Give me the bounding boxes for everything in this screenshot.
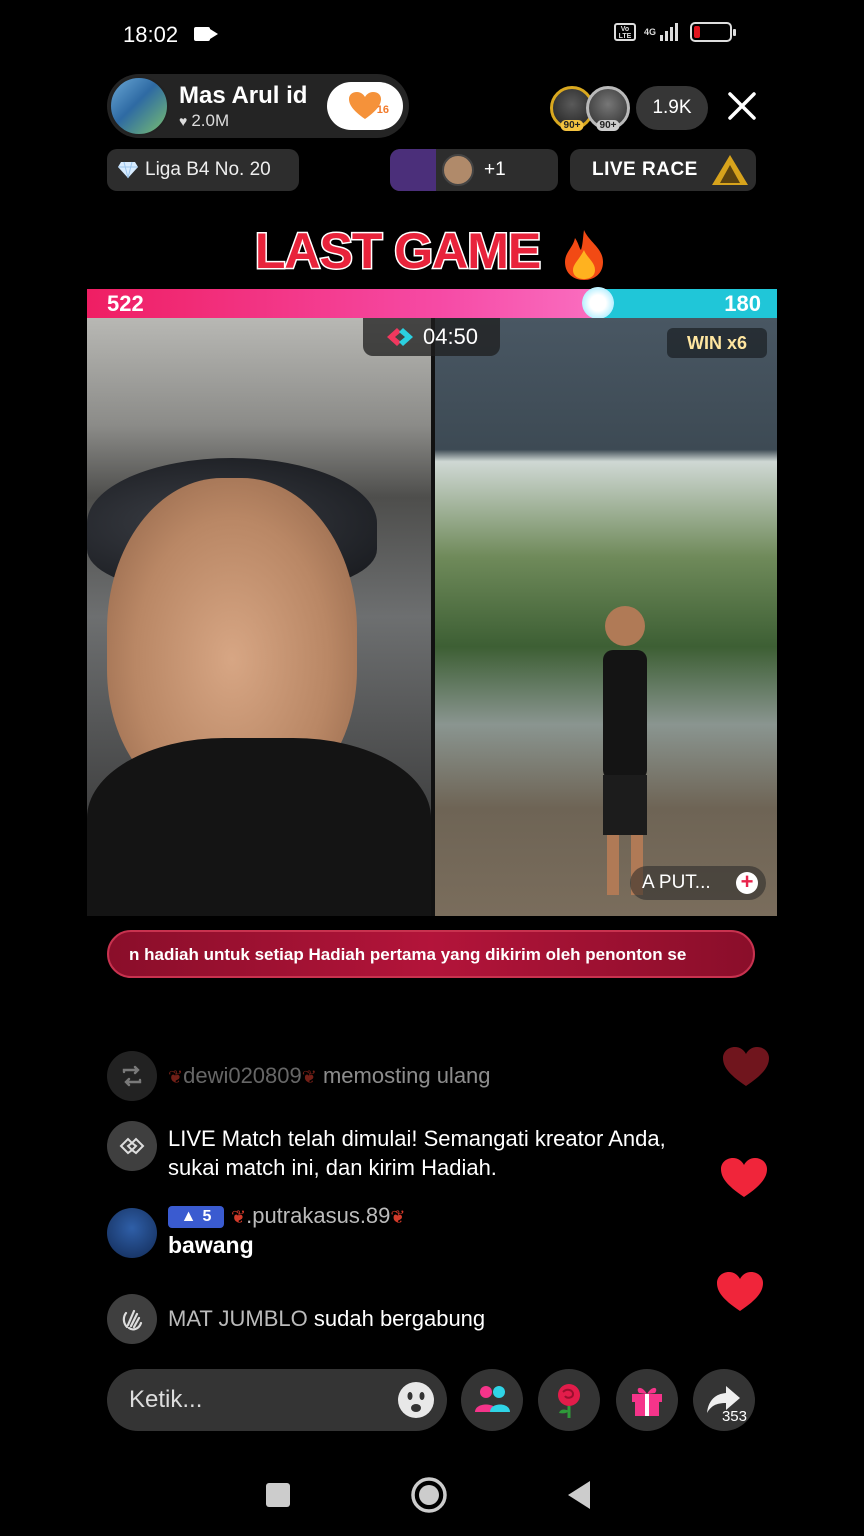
live-race-icon <box>712 155 748 185</box>
comment-line: sukai match ini, dan kirim Hadiah. <box>168 1155 497 1180</box>
opponent-chip[interactable]: A PUT... + <box>630 866 766 900</box>
video-camera-icon <box>194 27 218 41</box>
opponent-video[interactable] <box>435 318 777 916</box>
viewer-avatar[interactable]: 90+ <box>586 86 630 131</box>
top-viewers[interactable]: 90+ 90+ 1.9K <box>550 86 708 131</box>
comment-text: LIVE Match telah dimulai! Semangati krea… <box>168 1124 666 1182</box>
share-button[interactable]: 353 <box>693 1369 755 1431</box>
gift-button[interactable] <box>616 1369 678 1431</box>
follow-opponent-button[interactable]: + <box>736 871 758 894</box>
viewer-count[interactable]: 1.9K <box>636 86 708 130</box>
host-likes: ♥ 2.0M <box>179 111 229 131</box>
right-score: 180 <box>724 291 761 316</box>
multi-guest-icon <box>475 1386 510 1412</box>
gifters-more: +1 <box>484 159 506 180</box>
wave-hand-icon <box>107 1294 157 1344</box>
viewer-rank-badge: 90+ <box>560 120 584 131</box>
status-bar: 18:02 Vo LTE 4G <box>0 0 864 70</box>
back-icon[interactable] <box>564 1475 594 1515</box>
comment-placeholder: Ketik... <box>129 1386 203 1413</box>
video-person-shirt <box>87 738 431 916</box>
network-type: 4G <box>644 27 657 37</box>
host-video[interactable] <box>87 318 431 916</box>
comment-line: LIVE Match telah dimulai! Semangati krea… <box>168 1126 666 1151</box>
comment-action: sudah bergabung <box>313 1306 486 1331</box>
host-name: Mas Arul id <box>179 82 308 109</box>
heart-icon: ♥ <box>179 113 188 129</box>
user-level: 5 <box>202 1208 212 1225</box>
comment-user: MAT JUMBLO <box>168 1306 308 1331</box>
status-time: 18:02 <box>123 22 179 47</box>
comment-action: memosting ulang <box>322 1063 491 1088</box>
diamond-icon <box>118 161 138 179</box>
timer-value: 04:50 <box>422 324 479 349</box>
win-streak-badge: WIN x6 <box>667 328 767 358</box>
crown-icon: ❦ <box>168 1067 184 1087</box>
follow-count: 16 <box>376 104 389 116</box>
match-icon <box>107 1121 157 1171</box>
last-game-title: LAST GAME <box>253 222 542 281</box>
floating-heart-icon <box>717 1272 763 1311</box>
home-icon[interactable] <box>410 1475 448 1515</box>
leaf-icon: ❦ <box>231 1207 247 1227</box>
host-likes-count: 2.0M <box>191 111 230 130</box>
level-triangle-icon: ▲ <box>180 1208 197 1225</box>
status-icons: Vo LTE 4G <box>614 22 737 42</box>
comment-user[interactable]: ❦.putrakasus.89❦ <box>231 1203 406 1229</box>
viewer-rank-badge: 90+ <box>596 120 620 131</box>
emoji-icon[interactable] <box>397 1381 435 1419</box>
opponent-name: A PUT... <box>642 872 711 893</box>
repost-icon <box>107 1051 157 1101</box>
top-gifters[interactable]: +1 <box>390 149 558 191</box>
follow-button[interactable]: 16 <box>327 82 403 130</box>
battle-score-bar: 522 180 <box>87 287 777 319</box>
comment-username: .putrakasus.89 <box>246 1203 391 1228</box>
live-race-label: LIVE RACE <box>592 159 698 180</box>
comment-message: bawang <box>168 1232 254 1258</box>
comment-text: MAT JUMBLO sudah bergabung <box>168 1304 485 1333</box>
comment-input[interactable]: Ketik... <box>107 1369 447 1431</box>
host-profile[interactable]: Mas Arul id ♥ 2.0M 16 <box>107 74 409 138</box>
video-person-figure <box>603 606 647 895</box>
leaf-icon: ❦ <box>390 1207 406 1227</box>
share-count: 353 <box>721 1408 747 1425</box>
live-race-button[interactable]: LIVE RACE <box>570 149 756 191</box>
battery-icon <box>690 22 737 42</box>
league-badge[interactable]: Liga B4 No. 20 <box>107 149 299 191</box>
cohost-button[interactable] <box>461 1369 523 1431</box>
crown-icon: ❦ <box>301 1067 317 1087</box>
comment-user: dewi020809 <box>183 1063 302 1088</box>
announcement-ticker: n hadiah untuk setiap Hadiah pertama yan… <box>107 930 755 978</box>
league-label: Liga B4 No. 20 <box>145 159 271 180</box>
comment-text: ❦dewi020809❦ memosting ulang <box>168 1061 491 1092</box>
gift-icon <box>632 1387 662 1416</box>
battle-icon <box>386 328 413 346</box>
rose-gift-button[interactable] <box>538 1369 600 1431</box>
recent-apps-icon[interactable] <box>264 1475 292 1515</box>
last-game-banner: LAST GAME <box>0 222 864 282</box>
floating-heart-icon <box>721 1158 767 1197</box>
gifter-avatar <box>442 154 474 186</box>
close-icon[interactable] <box>724 88 760 124</box>
ticker-text: n hadiah untuk setiap Hadiah pertama yan… <box>129 945 687 964</box>
left-score: 522 <box>107 291 144 316</box>
volte-icon: Vo LTE <box>614 23 636 41</box>
host-avatar[interactable] <box>109 76 169 136</box>
left-score-fill <box>87 289 598 318</box>
battle-timer: 04:50 <box>363 318 500 356</box>
signal-icon <box>660 23 679 41</box>
fire-icon <box>565 229 604 280</box>
floating-heart-icon <box>723 1047 769 1086</box>
score-divider-icon <box>582 287 614 319</box>
rose-icon <box>558 1384 580 1418</box>
commenter-avatar[interactable] <box>107 1208 157 1258</box>
user-level-badge: ▲ 5 <box>168 1206 224 1228</box>
gifter-avatar <box>390 149 436 191</box>
